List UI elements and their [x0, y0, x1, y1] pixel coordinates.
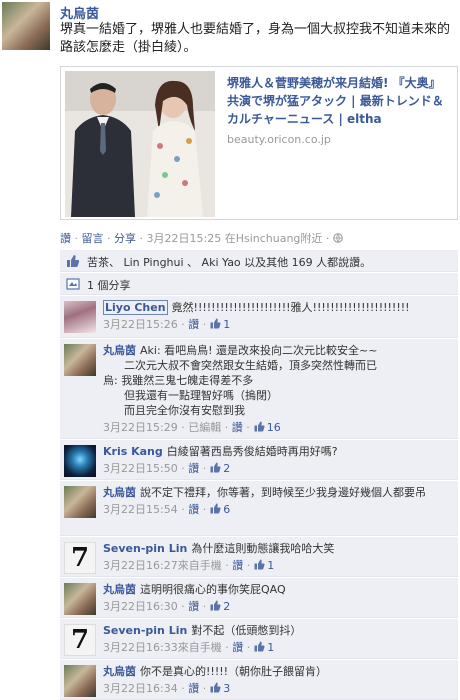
avatar[interactable]: 7 — [64, 624, 96, 656]
comment-meta: 3月22日16:34 · 讚 · 3 — [103, 682, 231, 695]
comment-time[interactable]: 3月22日16:27 — [103, 559, 178, 572]
comment-like-link[interactable]: 讚 — [232, 559, 243, 572]
comment-like-count[interactable]: 1 — [267, 641, 274, 654]
comment-like-link[interactable]: 讚 — [188, 318, 199, 331]
avatar[interactable] — [64, 445, 96, 477]
share-icon — [66, 278, 80, 290]
post-header: 丸烏茵 堺真一結婚了，堺雅人也要結婚了，身為一個大叔控我不知道未來的路該怎麼走（… — [0, 0, 460, 62]
avatar[interactable] — [64, 583, 96, 615]
likes-text[interactable]: 苦茶、 Lin Pinghui 、 Aki Yao 以及其他 169 人都說讚。 — [87, 254, 371, 270]
comment-author[interactable]: Kris Kang — [103, 445, 163, 458]
thumbs-up-icon — [254, 421, 265, 432]
thumbs-up-icon — [210, 462, 221, 473]
comment-author[interactable]: Seven-pin Lin — [103, 624, 187, 637]
shared-link-thumbnail[interactable] — [65, 71, 215, 217]
comment-time[interactable]: 3月22日15:54 — [103, 503, 178, 516]
comment-like-count[interactable]: 2 — [223, 462, 230, 475]
comment-meta: 3月22日15:26 · 讚 · 1 — [103, 318, 231, 331]
comment-text: 竟然!!!!!!!!!!!!!!!!!!!!!!雅人!!!!!!!!!!!!!!… — [171, 301, 410, 314]
comment-author[interactable]: 丸烏茵 — [103, 665, 136, 678]
likes-summary: 苦茶、 Lin Pinghui 、 Aki Yao 以及其他 169 人都說讚。 — [60, 250, 458, 272]
comment-meta: 3月22日15:54 · 讚 · 6 — [103, 503, 231, 516]
comment-time[interactable]: 3月22日15:29 — [103, 421, 178, 434]
comment-meta: 3月22日15:29 · 已編輯 · 讚 · 16 — [103, 421, 281, 434]
thumbs-up-icon — [210, 682, 221, 693]
avatar[interactable] — [64, 486, 96, 518]
comment-author[interactable]: 丸烏茵 — [103, 486, 136, 499]
post-location[interactable]: 在Hsinchuang附近 — [225, 232, 323, 245]
avatar[interactable] — [64, 301, 96, 333]
comment-like-link[interactable]: 讚 — [232, 641, 243, 654]
comment-item: 7 Seven-pin Lin 為什麼這則動態讓我哈哈大笑 3月22日16:27來… — [60, 537, 458, 577]
comment-text: 對不起（低頭憋到抖） — [191, 624, 302, 637]
thumbs-up-icon — [210, 600, 221, 611]
comment-like-link[interactable]: 讚 — [188, 600, 199, 613]
comment-time[interactable]: 3月22日15:26 — [103, 318, 178, 331]
comment-like-count[interactable]: 1 — [267, 559, 274, 572]
comment-edited[interactable]: 已編輯 — [188, 421, 221, 434]
comment-item: 丸烏茵 這明明很痛心的事你笑屁QAQ 3月22日16:30 · 讚 · 2 — [60, 578, 458, 618]
comment-meta: 3月22日16:27來自手機 · 讚 · 1 — [103, 559, 275, 572]
comment-text: Aki: 看吧烏鳥! 還是改來投向二次元比較安全~~ 二次元大叔不會突然跟女生結… — [103, 344, 378, 417]
comment-item: 丸烏茵 你不是真心的!!!!!（朝你肚子餵留肯） 3月22日16:34 · 讚 ·… — [60, 660, 458, 700]
post-author-name[interactable]: 丸烏茵 — [60, 3, 99, 22]
comment-text: 為什麼這則動態讓我哈哈大笑 — [191, 542, 335, 555]
author-avatar[interactable] — [2, 2, 50, 50]
comment-like-count[interactable]: 1 — [223, 318, 230, 331]
comment-author[interactable]: Liyo Chen — [103, 300, 168, 315]
comment-meta: 3月22日15:50 · 讚 · 2 — [103, 462, 231, 475]
comment-like-count[interactable]: 16 — [267, 421, 281, 434]
comment-item: Kris Kang 白綾留著西島秀俊結婚時再用好嗎? 3月22日15:50 · 讚… — [60, 440, 458, 480]
post-text: 堺真一結婚了，堺雅人也要結婚了，身為一個大叔控我不知道未來的路該怎麼走（掛白綾）… — [60, 22, 451, 55]
comment-item: Liyo Chen 竟然!!!!!!!!!!!!!!!!!!!!!!雅人!!!!!… — [60, 296, 458, 338]
comment-text: 說不定下禮拜，你等著，到時候至少我身邊好幾個人都要吊 — [140, 486, 426, 499]
comment-text: 白綾留著西島秀俊結婚時再用好嗎? — [166, 445, 338, 458]
comment-time[interactable]: 3月22日16:34 — [103, 682, 178, 695]
like-link[interactable]: 讚 — [60, 232, 71, 245]
shares-summary: 1 個分享 — [60, 273, 458, 295]
thumbs-up-icon — [254, 559, 265, 570]
comment-like-count[interactable]: 3 — [223, 682, 230, 695]
comment-author[interactable]: 丸烏茵 — [103, 583, 136, 596]
shares-text[interactable]: 1 個分享 — [87, 277, 131, 293]
comment-like-link[interactable]: 讚 — [188, 682, 199, 695]
comment-via[interactable]: 來自手機 — [178, 559, 222, 572]
thumbs-up-icon — [210, 503, 221, 514]
comment-time[interactable]: 3月22日16:33 — [103, 641, 178, 654]
comment-meta: 3月22日16:33來自手機 · 讚 · 1 — [103, 641, 275, 654]
avatar[interactable] — [64, 344, 96, 376]
comment-item: 丸烏茵 說不定下禮拜，你等著，到時候至少我身邊好幾個人都要吊 3月22日15:54… — [60, 481, 458, 536]
comment-via[interactable]: 來自手機 — [178, 641, 222, 654]
post-actions-bar: 讚 · 留言 · 分享 · 3月22日15:25 在Hsinchuang附近 · — [60, 230, 343, 246]
thumbs-up-icon — [67, 255, 80, 267]
comment-item: 7 Seven-pin Lin 對不起（低頭憋到抖） 3月22日16:33來自手機… — [60, 619, 458, 659]
comment-author[interactable]: 丸烏茵 — [103, 344, 136, 357]
comment-meta: 3月22日16:30 · 讚 · 2 — [103, 600, 231, 613]
comment-like-link[interactable]: 讚 — [188, 462, 199, 475]
comment-item: 丸烏茵 Aki: 看吧烏鳥! 還是改來投向二次元比較安全~~ 二次元大叔不會突然跟… — [60, 339, 458, 439]
post-timestamp[interactable]: 3月22日15:25 — [147, 232, 222, 245]
comment-time[interactable]: 3月22日16:30 — [103, 600, 178, 613]
globe-icon — [333, 232, 343, 245]
shared-link-card[interactable]: 堺雅人＆菅野美穂が来月結婚! 『大奥』共演で堺が猛アタック | 最新トレンド＆カ… — [60, 66, 458, 220]
comment-text: 這明明很痛心的事你笑屁QAQ — [140, 583, 286, 596]
comment-link[interactable]: 留言 — [82, 232, 104, 245]
thumbs-up-icon — [210, 318, 221, 329]
shared-link-domain: beauty.oricon.co.jp — [227, 133, 331, 146]
share-link[interactable]: 分享 — [114, 232, 136, 245]
shared-link-title[interactable]: 堺雅人＆菅野美穂が来月結婚! 『大奥』共演で堺が猛アタック | 最新トレンド＆カ… — [227, 74, 452, 128]
avatar[interactable] — [64, 665, 96, 697]
comment-like-link[interactable]: 讚 — [232, 421, 243, 434]
comment-like-count[interactable]: 6 — [223, 503, 230, 516]
comment-time[interactable]: 3月22日15:50 — [103, 462, 178, 475]
thumbs-up-icon — [254, 641, 265, 652]
comment-like-link[interactable]: 讚 — [188, 503, 199, 516]
avatar[interactable]: 7 — [64, 542, 96, 574]
comment-author[interactable]: Seven-pin Lin — [103, 542, 187, 555]
photo-of-couple — [65, 71, 215, 217]
comment-like-count[interactable]: 2 — [223, 600, 230, 613]
comment-text: 你不是真心的!!!!!（朝你肚子餵留肯） — [140, 665, 328, 678]
